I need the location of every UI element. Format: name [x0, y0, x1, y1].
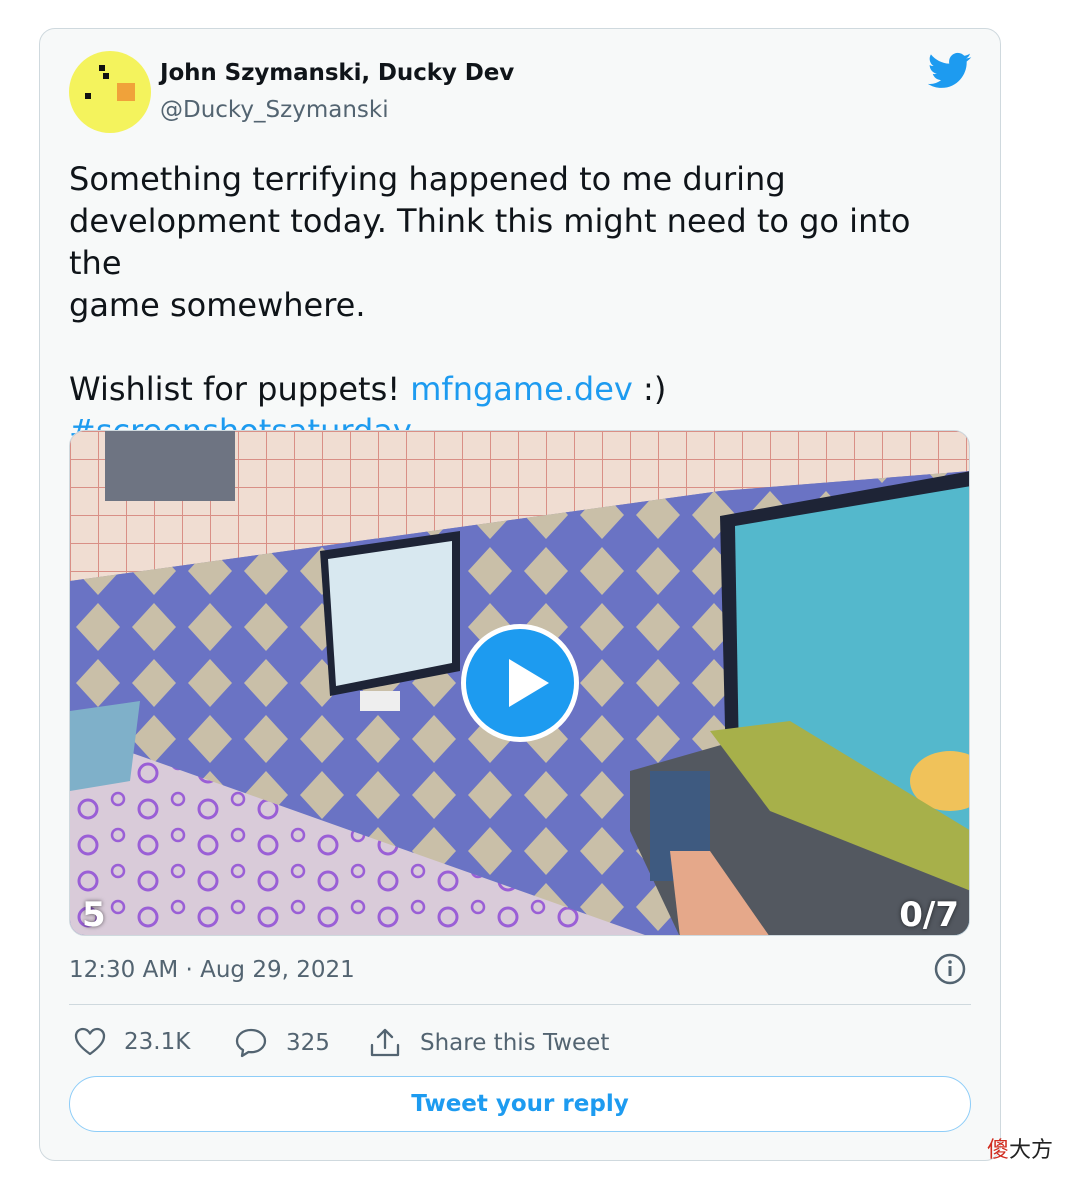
- reply-count-button[interactable]: 325: [234, 1027, 330, 1059]
- heart-icon: [74, 1027, 106, 1056]
- author-name[interactable]: John Szymanski, Ducky Dev: [160, 60, 514, 86]
- comment-icon: [235, 1028, 267, 1058]
- watermark: 傻大方: [987, 1132, 1053, 1164]
- play-button[interactable]: [461, 624, 579, 742]
- video-overlay-right: 0/7: [899, 895, 959, 935]
- play-icon: [509, 659, 549, 707]
- like-button[interactable]: 23.1K: [74, 1027, 190, 1057]
- tweet-link[interactable]: mfngame.dev: [410, 370, 633, 408]
- author-handle[interactable]: @Ducky_Szymanski: [160, 97, 389, 123]
- share-button[interactable]: Share this Tweet: [368, 1027, 609, 1059]
- tweet-reply-button[interactable]: Tweet your reply: [69, 1076, 971, 1132]
- avatar[interactable]: [69, 51, 151, 133]
- share-label: Share this Tweet: [420, 1030, 610, 1056]
- like-count: 23.1K: [124, 1029, 191, 1055]
- tweet-text: Something terrifying happened to me duri…: [69, 158, 969, 452]
- info-icon[interactable]: [934, 953, 966, 985]
- tweet-timestamp[interactable]: 12:30 AM · Aug 29, 2021: [69, 957, 355, 983]
- reply-count: 325: [286, 1030, 330, 1056]
- tweet-link-suffix: :): [632, 370, 667, 408]
- video-overlay-left: 5: [82, 895, 106, 935]
- share-icon: [370, 1028, 400, 1057]
- divider: [69, 1004, 971, 1005]
- watermark-rest: 大方: [1009, 1138, 1054, 1163]
- watermark-first-char: 傻: [987, 1138, 1010, 1163]
- twitter-bird-icon[interactable]: [928, 52, 972, 90]
